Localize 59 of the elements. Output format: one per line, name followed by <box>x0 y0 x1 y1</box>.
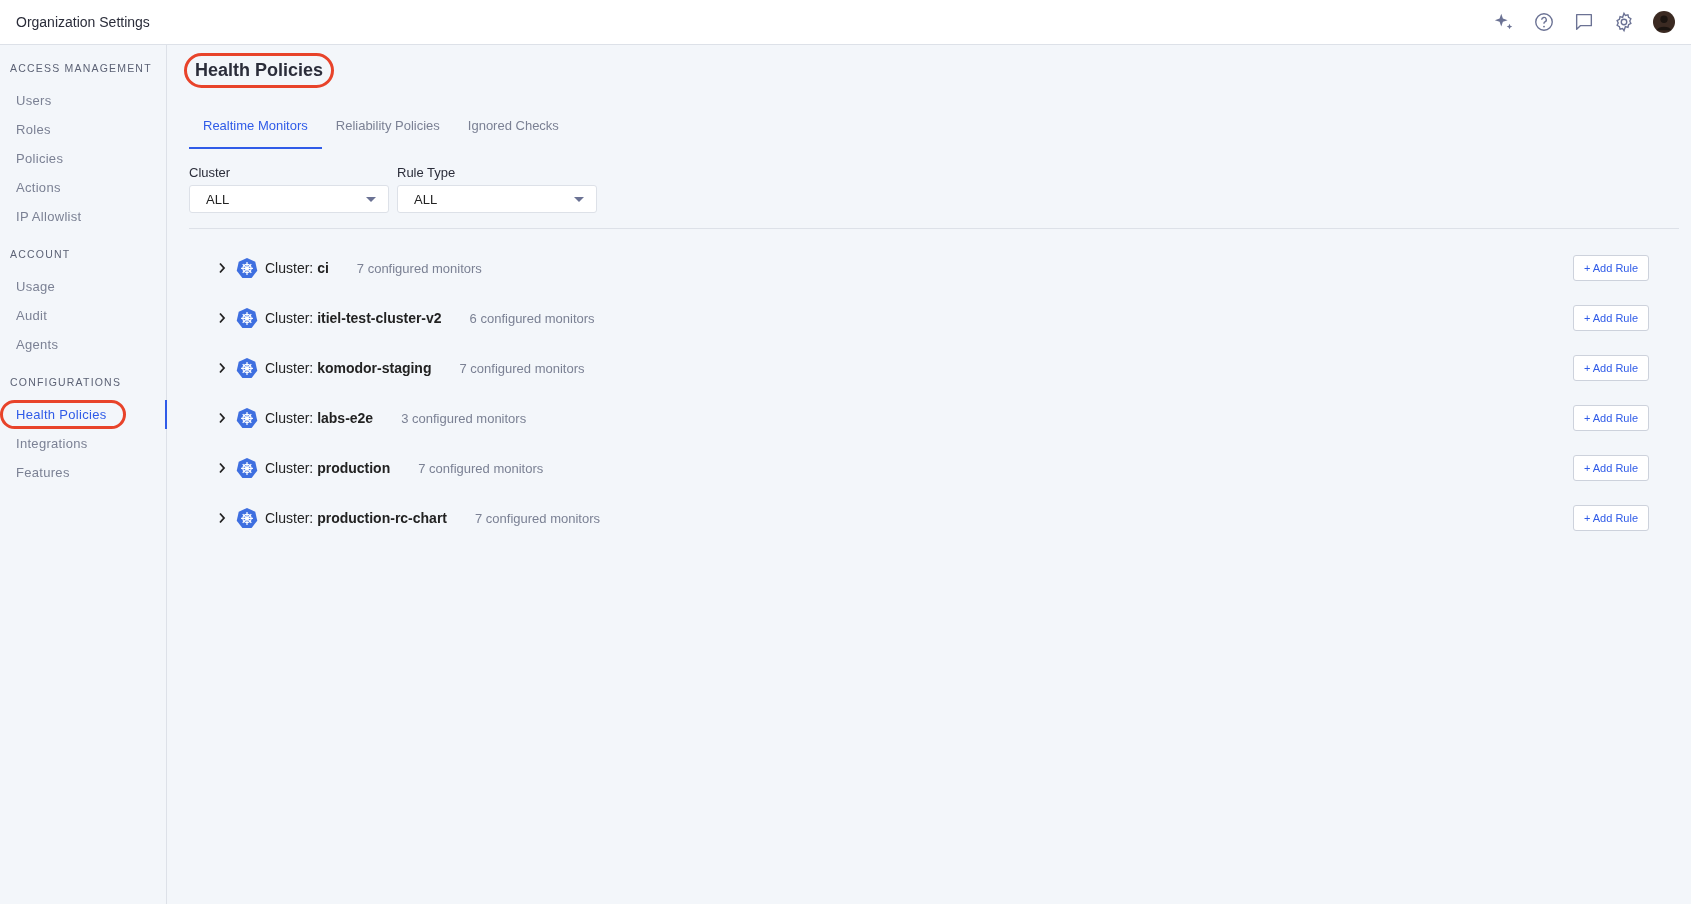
sidebar-heading: ACCESS MANAGEMENT <box>9 61 153 76</box>
sidebar-item[interactable]: Health Policies <box>0 400 126 429</box>
chevron-icon[interactable] <box>218 412 226 424</box>
sidebar-item[interactable]: Usage <box>0 276 72 297</box>
add-rule-button[interactable]: + Add Rule <box>1572 355 1649 381</box>
helm-wheel-icon <box>236 457 258 479</box>
sidebar-item[interactable]: Features <box>0 462 86 483</box>
helm-wheel-icon <box>236 507 258 529</box>
cluster-name: Cluster: itiel-test-cluster-v2 <box>265 310 442 326</box>
caret-icon <box>574 196 584 202</box>
filter-label: Rule Type <box>397 165 457 180</box>
page-title: Health Policies <box>184 53 335 88</box>
chevron-icon[interactable] <box>218 362 226 374</box>
monitor-count: 7 configured monitors <box>356 260 482 276</box>
dropdown[interactable]: ALL <box>189 185 389 213</box>
add-rule-button[interactable]: + Add Rule <box>1572 255 1649 281</box>
sidebar-item[interactable]: Users <box>0 90 68 111</box>
cluster-name: Cluster: komodor-staging <box>265 360 432 376</box>
dropdown[interactable]: ALL <box>397 185 597 213</box>
sidebar-heading: ACCOUNT <box>9 247 72 262</box>
sidebar-item[interactable]: Audit <box>0 305 64 326</box>
add-rule-button[interactable]: + Add Rule <box>1572 455 1649 481</box>
cluster-name: Cluster: production-rc-chart <box>265 510 447 526</box>
sidebar-item[interactable]: Agents <box>0 334 75 355</box>
avatar[interactable] <box>1653 11 1675 33</box>
sidebar-item[interactable]: IP Allowlist <box>0 206 98 227</box>
sidebar-heading: CONFIGURATIONS <box>9 375 123 390</box>
chevron-icon[interactable] <box>218 462 226 474</box>
add-rule-button[interactable]: + Add Rule <box>1572 305 1649 331</box>
sidebar-item[interactable]: Actions <box>0 177 77 198</box>
helm-wheel-icon <box>236 407 258 429</box>
sidebar-item[interactable]: Policies <box>0 148 80 169</box>
helm-wheel-icon <box>236 257 258 279</box>
chevron-icon[interactable] <box>218 312 226 324</box>
monitor-count: 3 configured monitors <box>401 410 527 426</box>
cluster-name: Cluster: labs-e2e <box>265 410 374 426</box>
monitor-count: 6 configured monitors <box>469 310 595 326</box>
chevron-icon[interactable] <box>218 262 226 274</box>
sidebar-item[interactable]: Roles <box>0 119 67 140</box>
caret-icon <box>366 196 376 202</box>
app-title: Organization Settings <box>16 14 150 30</box>
add-rule-button[interactable]: + Add Rule <box>1572 505 1649 531</box>
help-icon[interactable] <box>1533 11 1555 33</box>
helm-wheel-icon <box>236 307 258 329</box>
chevron-icon[interactable] <box>218 512 226 524</box>
settings-icon[interactable] <box>1613 11 1635 33</box>
chat-icon[interactable] <box>1573 11 1595 33</box>
filter-label: Cluster <box>189 165 232 180</box>
monitor-count: 7 configured monitors <box>418 460 544 476</box>
tab[interactable]: Reliability Policies <box>321 110 454 149</box>
tab[interactable]: Ignored Checks <box>453 110 573 149</box>
sidebar-item[interactable]: Integrations <box>0 433 104 454</box>
monitor-count: 7 configured monitors <box>475 510 601 526</box>
cluster-name: Cluster: ci <box>265 260 329 276</box>
helm-wheel-icon <box>236 357 258 379</box>
tab[interactable]: Realtime Monitors <box>189 110 322 149</box>
add-rule-button[interactable]: + Add Rule <box>1572 405 1649 431</box>
monitor-count: 7 configured monitors <box>459 360 585 376</box>
cluster-name: Cluster: production <box>265 460 391 476</box>
